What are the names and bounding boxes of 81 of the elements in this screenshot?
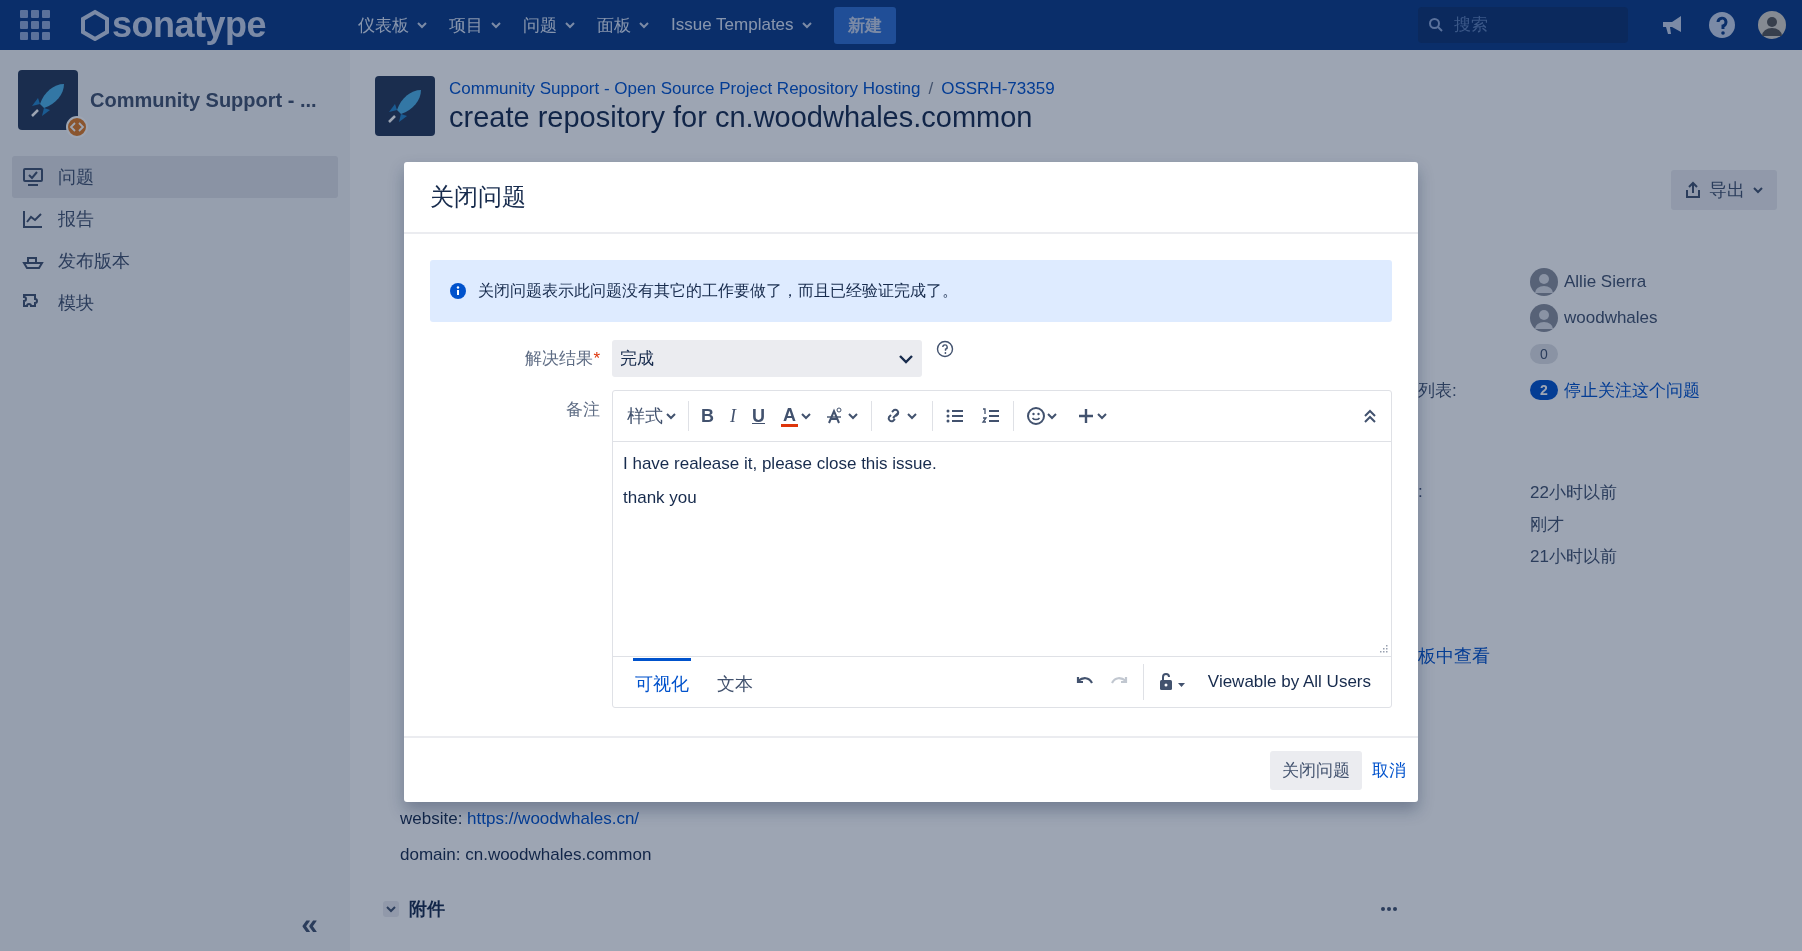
user-name[interactable]: woodwhales <box>1564 308 1658 328</box>
visibility-label: Viewable by All Users <box>1207 672 1371 692</box>
editor-mode-tab[interactable]: 文本 <box>715 658 755 706</box>
breadcrumb-link[interactable]: Community Support - Open Source Project Repository Hosting <box>449 78 921 99</box>
share-icon <box>1685 181 1701 199</box>
project-name[interactable]: Community Support - ... <box>90 88 317 112</box>
user-avatar <box>1530 268 1558 296</box>
chevron-down-icon <box>666 412 676 420</box>
logo-text[interactable]: sonatype <box>112 4 267 46</box>
sidebar-item[interactable]: 报告 <box>12 198 338 240</box>
sidebar-item[interactable]: 问题 <box>12 156 338 198</box>
chevron-down-icon <box>1753 186 1763 194</box>
field-label: 解决结果* <box>524 348 600 370</box>
board-link[interactable]: 板中查看 <box>1418 644 1777 668</box>
sidebar-item[interactable]: 模块 <box>12 282 338 324</box>
chevron-down-icon <box>491 21 502 29</box>
section-title: 附件 <box>409 898 445 921</box>
watcher-count[interactable]: 2 <box>1530 380 1558 400</box>
date-value: 21小时以前 <box>1530 545 1617 568</box>
chart-icon <box>22 209 44 229</box>
chevron-down-icon <box>801 21 812 29</box>
plus-icon <box>1076 406 1110 426</box>
chevron-down-icon <box>801 412 811 420</box>
comment-text: thank you <box>623 488 698 508</box>
text-color-dropdown[interactable]: A <box>777 401 815 431</box>
sidebar-item[interactable]: 发布版本 <box>12 240 338 282</box>
nav-menu[interactable]: 项目 <box>449 13 502 37</box>
help-icon[interactable] <box>936 340 954 358</box>
chevron-down-icon[interactable] <box>383 901 399 917</box>
monitor-icon <box>22 167 44 187</box>
stop-watching-link[interactable]: 停止关注这个问题 <box>1563 378 1700 402</box>
text-style-dropdown[interactable]: 样式 <box>623 400 680 432</box>
resize-handle-icon[interactable] <box>1378 643 1388 653</box>
collapse-sidebar-button[interactable]: « <box>301 909 318 939</box>
user-avatar[interactable] <box>1758 11 1786 39</box>
vote-count[interactable]: 0 <box>1530 344 1558 364</box>
help-icon[interactable] <box>1708 11 1736 39</box>
breadcrumb-link[interactable]: OSSRH-73359 <box>941 78 1055 99</box>
issue-title: create repository for cn.woodwhales.common <box>449 100 1034 134</box>
strikethrough-icon <box>827 406 859 426</box>
bullet-list-icon <box>945 407 965 425</box>
app-switcher-icon[interactable] <box>20 10 50 40</box>
website-link[interactable]: https://woodwhales.cn/ <box>467 809 640 828</box>
chevron-down-icon <box>417 21 428 29</box>
nav-menu[interactable]: Issue Templates <box>671 15 812 35</box>
underline-button[interactable]: U <box>748 401 769 431</box>
comment-text: I have realease it, please close this issue. <box>623 454 938 474</box>
nav-menu[interactable]: 仪表板 <box>358 13 428 37</box>
field-label: : <box>1418 482 1423 501</box>
resolution-select[interactable]: 完成 <box>612 340 922 377</box>
close-issue-button[interactable]: 关闭问题 <box>1270 750 1362 790</box>
export-button[interactable]: 导出 <box>1671 170 1777 210</box>
italic-button[interactable]: I <box>726 401 740 431</box>
chevron-down-icon <box>639 21 650 29</box>
numbered-list-icon <box>981 407 1001 425</box>
hexagon-logo-icon <box>80 9 110 41</box>
field-label: 备注 <box>565 399 600 421</box>
nav-menu[interactable]: 问题 <box>523 13 576 37</box>
description-line: domain: cn.woodwhales.common <box>399 844 653 866</box>
date-value: 22小时以前 <box>1530 481 1617 504</box>
info-text: 关闭问题表示此问题没有其它的工作要做了，而且已经验证完成了。 <box>478 280 958 301</box>
description-line: website: https://woodwhales.cn/ <box>399 808 641 830</box>
user-name[interactable]: Allie Sierra <box>1564 272 1647 292</box>
editor-mode-tab[interactable]: 可视化 <box>633 658 691 706</box>
breadcrumb-separator: / <box>928 78 934 99</box>
smiley-icon <box>1026 406 1060 426</box>
create-button[interactable]: 新建 <box>833 6 896 44</box>
nav-menu[interactable]: 面板 <box>597 13 650 37</box>
comment-text-area[interactable]: I have realease it, please close this issue. thank you <box>613 442 1391 656</box>
date-value: 刚才 <box>1530 513 1564 536</box>
double-chevron-up-icon <box>1363 408 1377 424</box>
chevron-down-icon <box>898 353 914 364</box>
user-avatar <box>1530 304 1558 332</box>
dialog-title: 关闭问题 <box>430 182 526 212</box>
bold-button[interactable]: B <box>697 401 718 431</box>
more-icon[interactable] <box>1380 906 1398 912</box>
field-label: 列表: <box>1418 380 1457 400</box>
chevron-down-icon <box>565 21 576 29</box>
code-badge-icon <box>66 116 88 138</box>
cancel-link[interactable]: 取消 <box>1372 758 1406 782</box>
info-icon <box>450 283 466 299</box>
